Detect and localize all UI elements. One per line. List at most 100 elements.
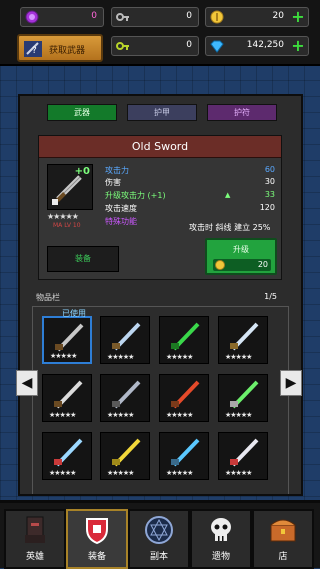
silver-key-value: 0 — [186, 11, 192, 21]
dungeon-icon — [145, 516, 173, 544]
gold-counter: 20 + — [205, 7, 309, 27]
item-detail-card: Old Sword +0 ★★★★★ MA LV 10 装备 攻击力 60 伤害… — [38, 135, 282, 280]
add-gold-button[interactable]: + — [290, 9, 306, 25]
serrated-blade-icon — [112, 322, 141, 351]
stat-attack-speed-value: 120 — [259, 203, 275, 212]
item-stars: ★★★★★ — [107, 411, 134, 419]
item-stars: ★★★★★ — [107, 353, 134, 361]
special-description: 攻击时 斜线 建立 25% — [189, 223, 271, 232]
tab-amulet[interactable]: 护符 — [207, 104, 277, 121]
item-stars: ★★★★★ — [49, 469, 76, 477]
item-stars: ★★★★★ — [225, 353, 252, 361]
inventory-slot[interactable]: ★★★★★ — [42, 374, 92, 422]
hammer-axe-icon — [112, 380, 141, 409]
tab-weapon[interactable]: 武器 — [47, 104, 117, 121]
arrow-up-icon: ▲ — [225, 191, 231, 199]
inventory-slot[interactable]: ★★★★★ — [100, 432, 150, 480]
nav-hero[interactable]: 英雄 — [4, 509, 66, 569]
nav-relic-label: 遗物 — [211, 552, 230, 562]
inventory-slot[interactable]: ★★★★★ — [159, 374, 209, 422]
fire-staff-icon — [171, 380, 200, 409]
inventory-slot[interactable]: ★★★★★ — [218, 316, 268, 364]
diamond-value: 142,250 — [246, 40, 284, 50]
drill-lance-icon — [230, 438, 259, 467]
nav-shop-label: 店 — [278, 552, 288, 562]
item-stars: ★★★★★ — [50, 352, 77, 360]
diamond-counter: 142,250 + — [205, 36, 309, 56]
inventory-slot[interactable]: ★★★★★ — [218, 374, 268, 422]
inventory-slot[interactable]: ★★★★★ — [42, 432, 92, 480]
shop-icon — [270, 519, 296, 542]
equip-button[interactable]: 装备 — [47, 246, 119, 272]
inventory-slot[interactable]: ★★★★★ 已使用 — [42, 309, 92, 364]
gold-coin-icon — [215, 260, 225, 270]
inventory-slot[interactable]: ★★★★★ — [159, 432, 209, 480]
stat-damage-label: 伤害 — [105, 178, 121, 187]
stat-special-label: 特殊功能 — [105, 217, 137, 226]
item-stars: ★★★★★ — [47, 212, 79, 221]
item-thumbnail: +0 — [47, 164, 93, 210]
equipment-icon — [86, 518, 108, 545]
gold-coin-icon — [210, 10, 224, 24]
inventory-slot[interactable]: ★★★★★ — [159, 316, 209, 364]
svg-text:?: ? — [32, 46, 37, 56]
upgrade-button[interactable]: 升级 20 — [205, 238, 277, 275]
inventory-slot[interactable]: ★★★★★ — [100, 316, 150, 364]
category-tabs: 武器 护甲 护符 — [47, 104, 287, 122]
upgrade-level: +0 — [74, 166, 90, 177]
gold-value: 20 — [272, 11, 284, 21]
silver-key-icon — [116, 13, 129, 21]
nav-dungeon-label: 副本 — [149, 552, 168, 562]
nav-hero-label: 英雄 — [25, 552, 44, 562]
item-stars: ★★★★★ — [225, 469, 252, 477]
hook-staff-icon — [171, 438, 200, 467]
battle-axe-icon — [54, 380, 83, 409]
gold-scepter-icon — [112, 438, 141, 467]
upgrade-cost: 20 — [213, 259, 271, 271]
inventory-slot[interactable]: ★★★★★ — [100, 374, 150, 422]
item-stars: ★★★★★ — [166, 411, 193, 419]
inventory-slot[interactable]: ★★★★★ — [218, 432, 268, 480]
bottom-navigation: 英雄 装备 副本 遗物 店 — [0, 500, 320, 569]
top-bar: 0 0 20 + ? 获取武器 0 142,250 + — [0, 0, 320, 66]
fetch-weapon-button[interactable]: ? 获取武器 — [17, 34, 103, 62]
hero-icon — [25, 516, 45, 543]
gold-key-counter: 0 — [111, 36, 199, 56]
stat-upgrade-attack-label: 升级攻击力 (+1) — [105, 191, 166, 200]
purple-gem-counter: 0 — [20, 7, 104, 27]
silver-key-counter: 0 — [111, 7, 199, 27]
next-page-button[interactable]: ▶ — [280, 370, 302, 396]
inventory-page-indicator: 1/5 — [264, 292, 277, 301]
add-diamond-button[interactable]: + — [290, 38, 306, 54]
item-stars: ★★★★★ — [225, 411, 252, 419]
upgrade-label: 升级 — [233, 245, 249, 254]
item-stars: ★★★★★ — [166, 353, 193, 361]
serrated-blade-2-icon — [230, 322, 259, 351]
nav-equipment-label: 装备 — [87, 552, 106, 562]
max-level: MA LV 10 — [53, 222, 81, 229]
stat-damage-value: 30 — [264, 177, 275, 186]
equipped-badge: 已使用 — [62, 309, 86, 318]
item-stars: ★★★★★ — [166, 469, 193, 477]
ice-sword-icon — [54, 438, 83, 467]
nav-equipment[interactable]: 装备 — [66, 509, 128, 569]
diamond-icon — [210, 40, 224, 53]
nav-relic[interactable]: 遗物 — [190, 509, 252, 569]
previous-page-button[interactable]: ◀ — [16, 370, 38, 396]
fetch-weapon-label: 获取武器 — [49, 46, 86, 56]
stat-upgrade-attack-value: 33 — [264, 190, 275, 199]
tab-armor[interactable]: 护甲 — [127, 104, 197, 121]
item-stars: ★★★★★ — [107, 469, 134, 477]
stat-attack-label: 攻击力 — [105, 166, 129, 175]
stat-attack-value: 60 — [264, 165, 275, 174]
item-stars: ★★★★★ — [49, 411, 76, 419]
nav-shop[interactable]: 店 — [252, 509, 314, 569]
green-spear-icon — [230, 380, 259, 409]
nav-dungeon[interactable]: 副本 — [128, 509, 190, 569]
relic-icon — [211, 518, 231, 541]
old-sword-icon — [55, 323, 84, 352]
item-name: Old Sword — [39, 136, 281, 158]
gold-key-icon — [116, 42, 129, 50]
purple-gem-icon — [25, 10, 39, 24]
upgrade-cost-value: 20 — [257, 260, 268, 269]
